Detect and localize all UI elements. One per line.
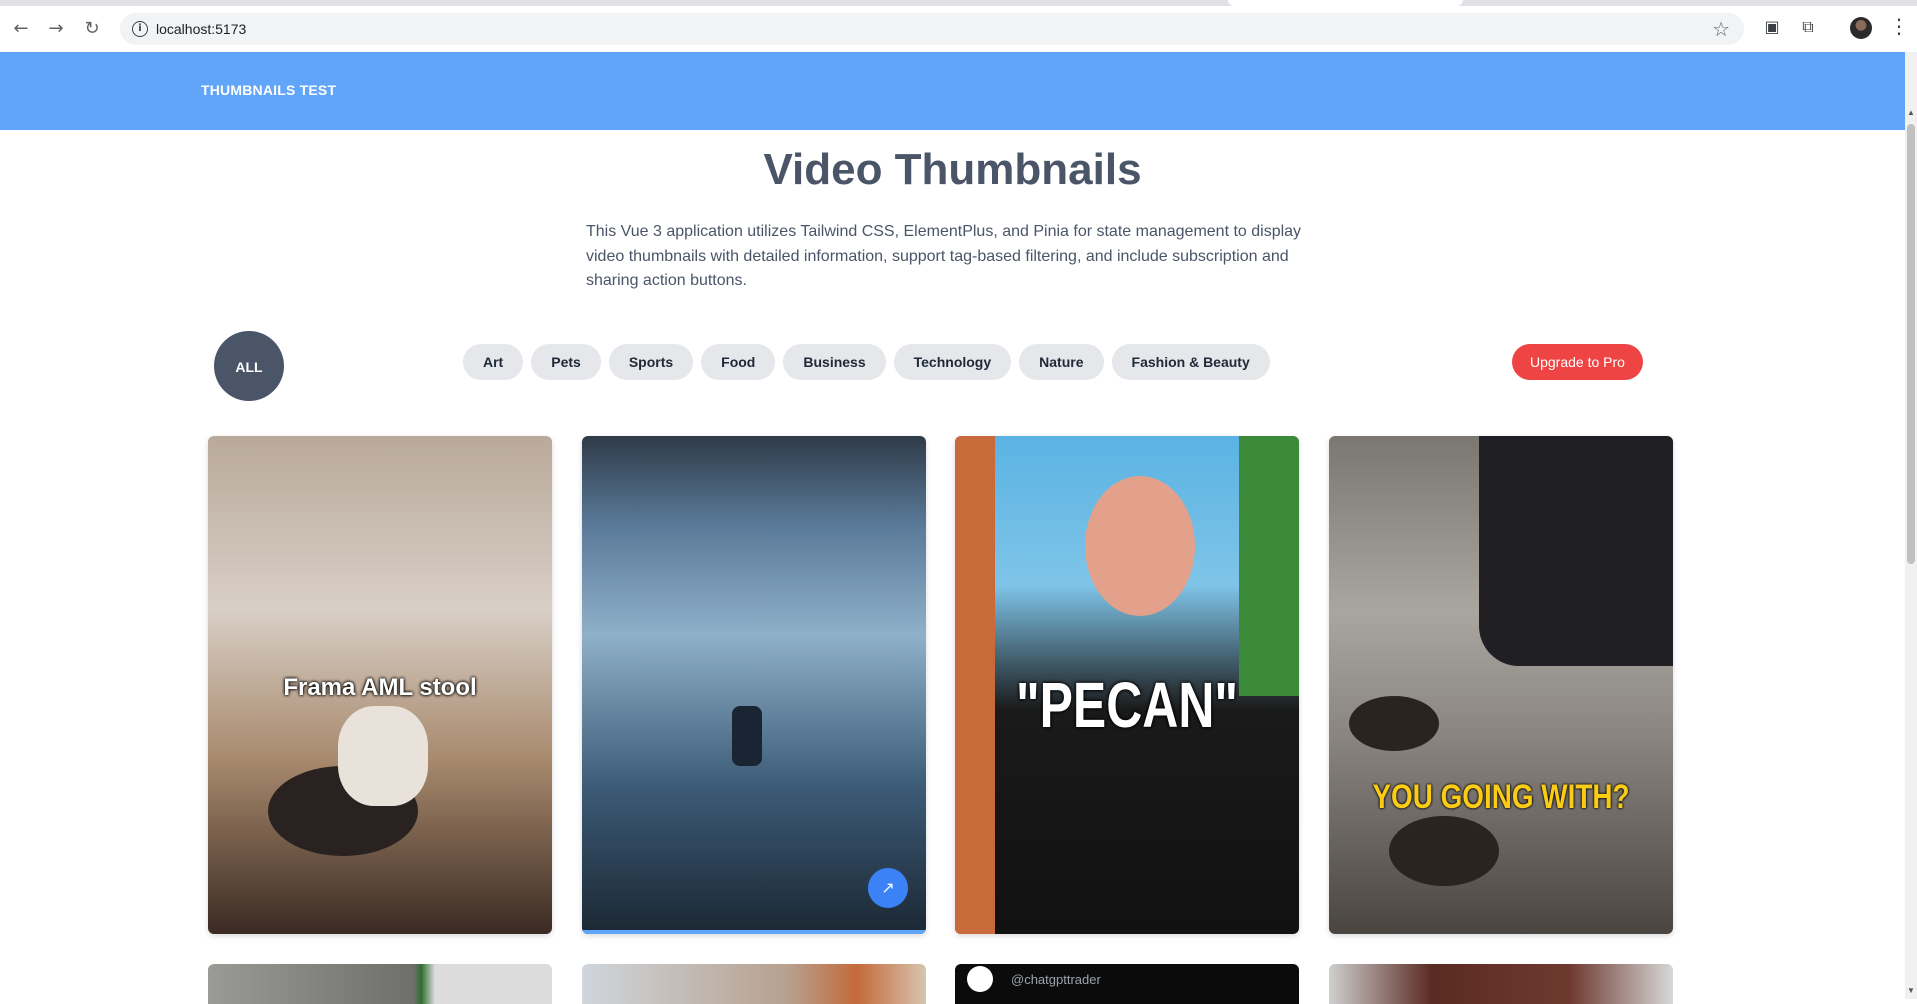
external-link-icon: ↗: [881, 878, 895, 897]
forward-icon[interactable]: →: [44, 17, 68, 41]
video-caption: YOU GOING WITH?: [1372, 778, 1630, 816]
all-filter-button[interactable]: ALL: [214, 331, 284, 401]
bowl-shape: [1389, 816, 1499, 886]
star-icon[interactable]: ☆: [1712, 17, 1730, 41]
tag-filter-list: Art Pets Sports Food Business Technology…: [463, 344, 1270, 380]
video-thumbnail[interactable]: "PECAN": [955, 436, 1299, 934]
scroll-up-icon[interactable]: ▲: [1907, 108, 1915, 117]
back-icon[interactable]: ←: [9, 17, 33, 41]
tag-fashion-beauty[interactable]: Fashion & Beauty: [1111, 344, 1270, 380]
right-wall-shape: [1239, 436, 1299, 696]
video-thumbnail[interactable]: [208, 964, 552, 1004]
tag-technology[interactable]: Technology: [893, 344, 1012, 380]
face-shape: [1085, 476, 1195, 616]
video-progress-bar: [582, 930, 926, 934]
extension-icon[interactable]: ▣: [1761, 16, 1783, 38]
brand-title[interactable]: THUMBNAILS TEST: [201, 82, 336, 98]
share-button[interactable]: ↗: [868, 868, 908, 908]
channel-logo-icon: [967, 966, 993, 992]
scroll-down-icon[interactable]: ▼: [1907, 986, 1915, 995]
active-tab[interactable]: [1228, 0, 1463, 6]
scrollbar[interactable]: ▲ ▼: [1905, 52, 1917, 999]
info-icon[interactable]: i: [132, 21, 148, 37]
tag-nature[interactable]: Nature: [1019, 344, 1104, 380]
tag-food[interactable]: Food: [701, 344, 776, 380]
channel-handle: @chatgpttrader: [1011, 972, 1101, 987]
tag-pets[interactable]: Pets: [531, 344, 601, 380]
page-title: Video Thumbnails: [763, 145, 1142, 194]
bowl-shape: [1349, 696, 1439, 751]
browser-toolbar: ← → ↻ i localhost:5173 ☆ ▣ ⧉ ⋮: [0, 0, 1917, 52]
reload-icon[interactable]: ↻: [80, 17, 104, 41]
video-thumbnail[interactable]: [1329, 964, 1673, 1004]
address-bar[interactable]: i localhost:5173 ☆: [120, 13, 1744, 45]
person-shape: [732, 706, 762, 766]
video-caption: Frama AML stool: [283, 674, 477, 701]
worker-shape: [1479, 436, 1673, 666]
scroll-thumb[interactable]: [1907, 124, 1915, 564]
video-thumbnail[interactable]: Frama AML stool: [208, 436, 552, 934]
video-thumbnail[interactable]: [582, 964, 926, 1004]
video-thumbnail[interactable]: YOU GOING WITH?: [1329, 436, 1673, 934]
app-header: THUMBNAILS TEST: [0, 52, 1905, 130]
tag-business[interactable]: Business: [783, 344, 886, 380]
video-thumbnail[interactable]: @chatgpttrader: [955, 964, 1299, 1004]
tab-strip: [0, 0, 1917, 6]
page-description: This Vue 3 application utilizes Tailwind…: [586, 223, 1302, 289]
tag-art[interactable]: Art: [463, 344, 524, 380]
tag-sports[interactable]: Sports: [608, 344, 694, 380]
cup-shape: [338, 706, 428, 806]
left-wall-shape: [955, 436, 995, 934]
kebab-menu-icon[interactable]: ⋮: [1889, 14, 1909, 38]
video-thumbnail[interactable]: ↗: [582, 436, 926, 934]
avatar[interactable]: [1850, 17, 1872, 39]
upgrade-button[interactable]: Upgrade to Pro: [1512, 344, 1643, 380]
extension-puzzle-icon[interactable]: ⧉: [1797, 16, 1819, 38]
video-caption: "PECAN": [1015, 669, 1239, 741]
url-text[interactable]: localhost:5173: [156, 21, 246, 37]
